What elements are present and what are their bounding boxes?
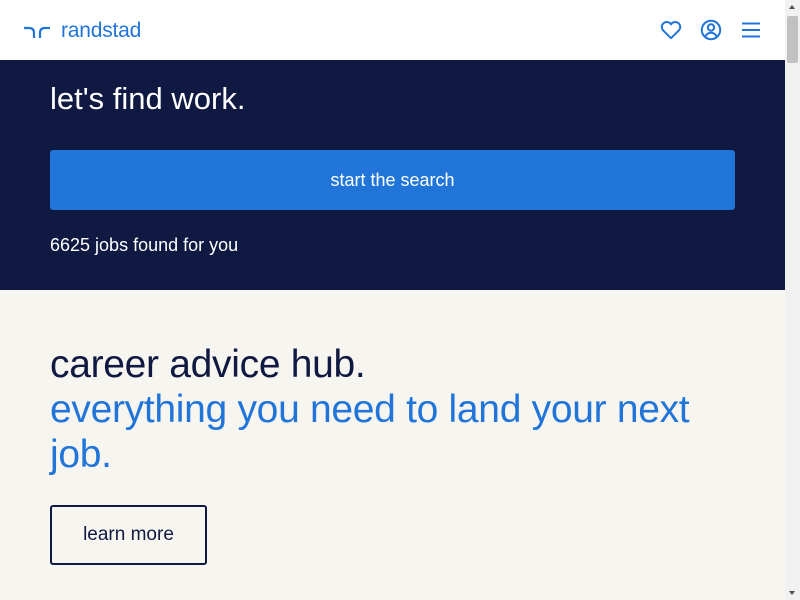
job-search-hero: let's find work. start the search 6625 j… <box>0 60 785 290</box>
start-search-button[interactable]: start the search <box>50 150 735 210</box>
career-subtitle: everything you need to land your next jo… <box>50 388 690 476</box>
hamburger-menu-icon[interactable] <box>739 18 763 42</box>
jobs-count-text: 6625 jobs found for you <box>50 235 239 255</box>
heart-icon[interactable] <box>659 18 683 42</box>
randstad-logo-mark-icon <box>24 26 50 38</box>
vertical-scrollbar[interactable] <box>785 0 800 600</box>
site-header: randstad <box>0 0 785 60</box>
scroll-down-arrow-icon[interactable] <box>785 585 800 600</box>
user-circle-icon[interactable] <box>699 18 723 42</box>
scrollbar-thumb[interactable] <box>787 16 798 63</box>
logo-text: randstad <box>61 19 142 42</box>
learn-more-button[interactable]: learn more <box>50 505 207 565</box>
randstad-logo[interactable]: randstad <box>23 19 141 43</box>
career-advice-section: career advice hub. everything you need t… <box>0 290 785 600</box>
career-title: career advice hub. <box>50 343 366 386</box>
page: randstad let's find work. start the sear… <box>0 0 785 600</box>
scroll-up-arrow-icon[interactable] <box>785 0 800 15</box>
hero-title: let's find work. <box>50 81 246 116</box>
career-heading: career advice hub. everything you need t… <box>50 342 740 477</box>
